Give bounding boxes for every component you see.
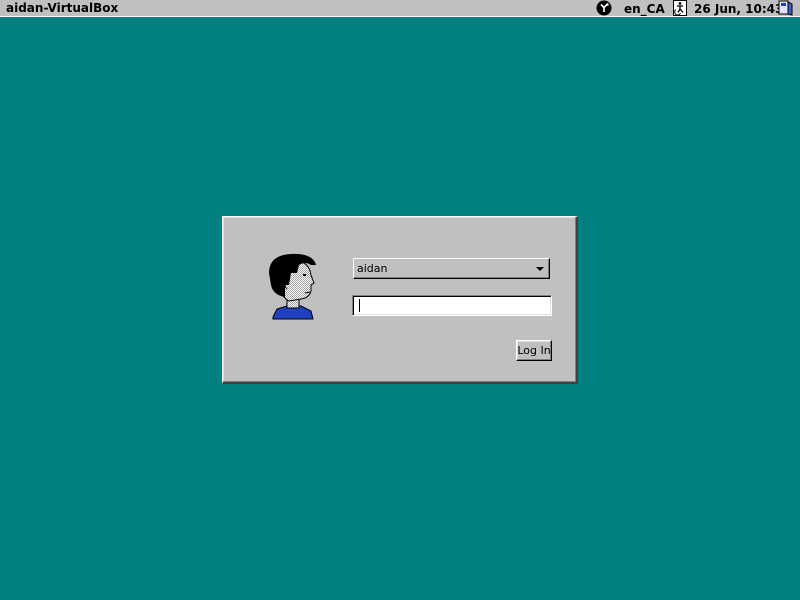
accessibility-icon[interactable] [673,0,687,16]
session-indicator-icon[interactable] [596,0,612,16]
language-indicator[interactable]: en_CA [624,1,665,17]
login-dialog: aidan Log In [222,216,578,384]
top-panel: aidan-VirtualBox en_CA 26 Jun, 10:43 [0,0,800,17]
power-icon[interactable] [778,0,794,16]
user-avatar-icon [265,251,321,321]
chevron-down-icon[interactable] [536,267,544,271]
text-caret [359,299,360,312]
login-button[interactable]: Log In [516,340,552,361]
hostname-label: aidan-VirtualBox [6,1,119,15]
username-value: aidan [357,262,388,275]
username-select[interactable]: aidan [353,258,550,279]
clock-label[interactable]: 26 Jun, 10:43 [694,1,783,17]
password-field[interactable] [352,295,552,316]
